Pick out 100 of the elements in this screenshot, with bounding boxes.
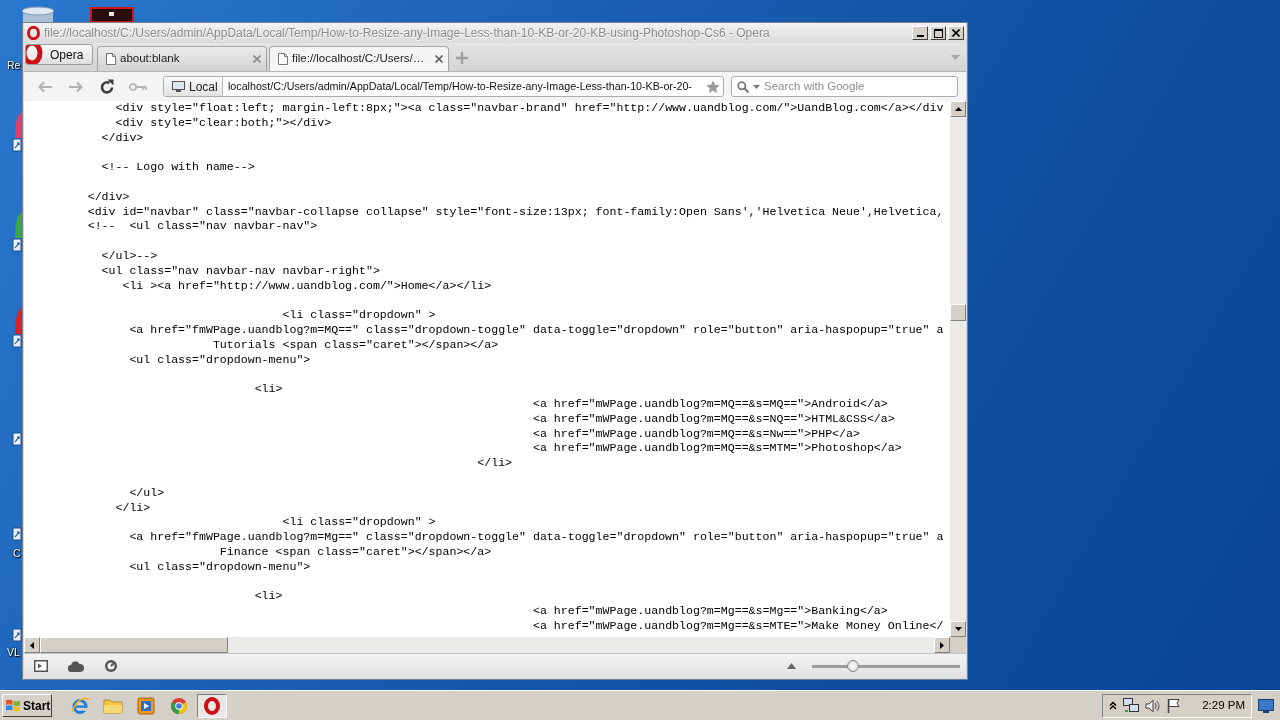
shortcut-icon[interactable] xyxy=(12,527,22,541)
network-icon[interactable] xyxy=(1123,698,1139,713)
slider-thumb[interactable] xyxy=(847,660,860,672)
o-logo-icon xyxy=(203,696,221,715)
speaker-icon[interactable] xyxy=(1145,698,1161,713)
down-arrow-icon xyxy=(954,627,962,631)
flag-icon[interactable] xyxy=(1167,698,1181,713)
minimize-button[interactable] xyxy=(912,26,928,40)
scroll-down-button[interactable] xyxy=(950,621,966,637)
minimize-icon xyxy=(916,35,924,37)
horizontal-scrollbar[interactable] xyxy=(24,637,966,653)
page-icon xyxy=(278,53,288,65)
o-logo-icon xyxy=(26,45,44,64)
shortcut-icon[interactable] xyxy=(12,308,22,348)
code-line: <div style="float:left; margin-left:8px;"><a class="navbar-brand" href="http://www.uandblog.com/">UandBlog.com</a></div xyxy=(115,101,944,114)
shortcut-icon[interactable] xyxy=(12,432,22,446)
tab[interactable]: file://localhost/C:/Users/… xyxy=(269,46,449,71)
code-line: Tutorials <span class="caret"></span></a> xyxy=(212,337,499,351)
scrollbar-corner xyxy=(950,637,966,653)
code-line: <a href="fmWPage.uandblog?m=Mg==" class="dropdown-toggle" data-toggle="dropdown" role="button" aria-haspopup="true" a xyxy=(129,530,944,544)
code-line: <div style="clear:both;"></div> xyxy=(115,115,332,129)
scroll-up-button[interactable] xyxy=(950,101,966,117)
media-player-icon xyxy=(137,696,155,715)
search-field[interactable]: Search with Google xyxy=(764,77,957,96)
circle-logo-icon xyxy=(170,696,188,715)
scroll-right-button[interactable] xyxy=(934,637,950,653)
code-line: <ul class="dropdown-menu"> xyxy=(129,559,311,573)
code-line: </li> xyxy=(115,500,151,514)
recycle-bin-icon[interactable] xyxy=(19,6,57,22)
close-icon xyxy=(952,29,960,37)
folder-icon xyxy=(103,697,123,714)
code-line: <a href="fmWPage.uandblog?m=MQ==" class="dropdown-toggle" data-toggle="dropdown" role="button" aria-haspopup="true" a xyxy=(129,322,944,336)
location-badge[interactable]: Local xyxy=(164,77,223,96)
maximize-icon xyxy=(933,28,943,38)
shortcut-icon[interactable] xyxy=(12,112,22,152)
o-logo-icon xyxy=(27,26,40,40)
code-line: <!-- <ul class="nav navbar-nav"> xyxy=(87,219,318,233)
left-arrow-icon xyxy=(30,641,34,649)
right-arrow-icon xyxy=(940,641,944,649)
caret-icon[interactable] xyxy=(753,84,760,89)
close-button[interactable] xyxy=(948,26,964,40)
code-line: <!-- Logo with name--> xyxy=(101,160,255,174)
scroll-left-button[interactable] xyxy=(24,637,40,653)
monitor-icon xyxy=(172,81,185,92)
shortcut-icon[interactable] xyxy=(12,212,22,252)
code-line: </div> xyxy=(101,130,144,144)
cloud-icon[interactable] xyxy=(68,660,84,672)
code-line: </li> xyxy=(477,456,513,470)
taskbar-button[interactable] xyxy=(197,693,227,718)
letter-e-icon xyxy=(70,695,90,716)
code-line: Finance <span class="caret"></span></a> xyxy=(219,544,492,558)
desktop-icon-label: C xyxy=(13,547,21,559)
code-line: <ul class="dropdown-menu"> xyxy=(129,352,311,366)
code-line: <li class="dropdown" > xyxy=(282,515,436,529)
key-icon xyxy=(128,81,147,92)
star-icon[interactable] xyxy=(706,79,720,94)
code-line: <li ><a href="http://www.uandblog.com/">Home</a></li> xyxy=(122,278,492,292)
app-shortcut-icon[interactable] xyxy=(90,7,134,22)
code-line: <a href="mWPage.uandblog?m=MQ==&s=MQ==">Android</a> xyxy=(532,396,888,410)
code-line: <li> xyxy=(254,382,283,396)
code-line: <ul class="nav navbar-nav navbar-right"> xyxy=(101,263,380,277)
triangle-icon[interactable] xyxy=(787,663,796,669)
clock: 2:29 PM xyxy=(1202,697,1245,713)
scrollbar-thumb[interactable] xyxy=(40,637,228,653)
maximize-button[interactable] xyxy=(930,26,946,40)
code-line: </div> xyxy=(87,189,130,203)
address-field[interactable]: localhost/C:/Users/admin/AppData/Local/Temp/How-to-Resize-any-Image-Less-than-10-KB-or-20- xyxy=(223,77,723,96)
forward-arrow-icon xyxy=(67,80,84,93)
speedometer-icon[interactable] xyxy=(104,659,118,673)
close-icon[interactable] xyxy=(435,55,443,63)
code-line: <li class="dropdown" > xyxy=(282,308,436,322)
vertical-scrollbar[interactable] xyxy=(950,101,966,637)
code-line: <li> xyxy=(254,589,283,603)
code-line: <a href="mWPage.uandblog?m=MQ==&s=Nw==">PHP</a> xyxy=(532,426,860,440)
up-arrow-icon xyxy=(954,107,962,111)
search-icon xyxy=(737,80,749,93)
code-line: <a href="mWPage.uandblog?m=Mg==&s=Mg==">Banking</a> xyxy=(532,604,888,618)
scrollbar-thumb[interactable] xyxy=(950,304,966,321)
window-title: file://localhost/C:/Users/admin/AppData/Local/Temp/How-to-Resize-any-Image-Less-than-10-KB-or-20-KB-using-Photoshop-Cs6 - Opera xyxy=(44,25,770,42)
menu-button[interactable]: Opera xyxy=(25,44,93,65)
shortcut-icon[interactable] xyxy=(12,628,22,642)
desktop-icon-label: VL xyxy=(7,646,20,658)
code-line: </ul> xyxy=(129,485,165,499)
desktop-icon-label: Re xyxy=(7,59,21,71)
code-line: <a href="mWPage.uandblog?m=MQ==&s=NQ==">HTML&CSS</a> xyxy=(532,411,895,425)
start-button[interactable]: Start xyxy=(2,694,52,717)
show-desktop-icon[interactable] xyxy=(1258,698,1274,713)
back-arrow-icon xyxy=(36,80,53,93)
code-line: </ul>--> xyxy=(101,248,158,262)
close-icon[interactable] xyxy=(253,55,261,63)
search-box[interactable]: Search with Google xyxy=(731,76,958,97)
code-line: <div id="navbar" class="navbar-collapse collapse" style="font-size:13px; font-family:Open Sans','Helvetica Neue',Helvetica, xyxy=(87,204,944,218)
tab[interactable]: about:blank xyxy=(97,46,267,71)
chevron-up-icon[interactable] xyxy=(1109,701,1117,710)
panel-icon[interactable] xyxy=(34,660,48,672)
page-icon xyxy=(106,53,116,65)
flag-logo-icon xyxy=(5,698,21,713)
code-line: <a href="mWPage.uandblog?m=MQ==&s=MTM=">Photoshop</a> xyxy=(532,441,902,455)
reload-icon xyxy=(98,78,115,95)
code-line: <a href="mWPage.uandblog?m=Mg==&s=MTE=">Make Money Online</ xyxy=(532,618,944,632)
